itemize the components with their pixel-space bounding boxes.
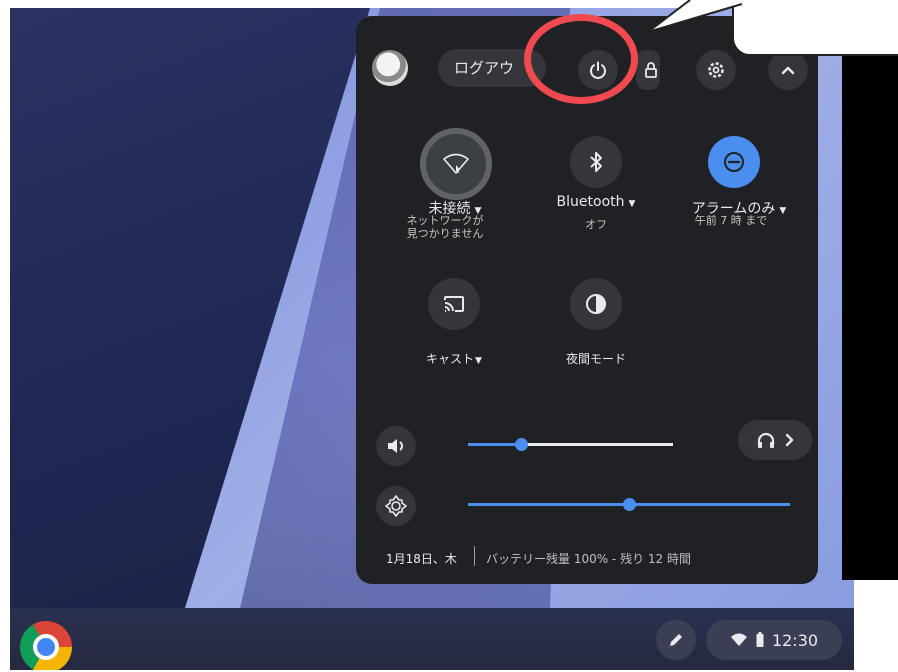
- date-label: 1月18日、木: [386, 552, 457, 566]
- volume-slider-thumb[interactable]: [515, 438, 528, 451]
- lock-icon: [644, 61, 658, 79]
- bluetooth-detail: オフ: [585, 218, 607, 231]
- battery-icon: [756, 632, 764, 648]
- chevron-up-icon: [780, 64, 796, 76]
- bluetooth-toggle[interactable]: [570, 136, 622, 188]
- avatar[interactable]: [372, 50, 408, 86]
- footer-divider: [474, 546, 475, 566]
- settings-button[interactable]: [696, 50, 736, 90]
- callout-bubble: [732, 0, 898, 56]
- network-toggle[interactable]: [420, 128, 492, 200]
- dnd-detail: 午前 7 時 まで: [694, 214, 768, 227]
- volume-slider-fill: [468, 443, 521, 446]
- logout-label: ログアウ: [454, 59, 515, 77]
- volume-icon: [386, 437, 406, 455]
- night-light-icon: [585, 293, 607, 315]
- cast-icon: [443, 295, 465, 313]
- wifi-off-icon: [442, 153, 470, 175]
- night-light-label: 夜間モード: [565, 352, 626, 366]
- night-light-toggle[interactable]: [570, 278, 622, 330]
- headphones-icon: [756, 431, 776, 449]
- stylus-icon: [656, 631, 696, 649]
- cast-label-row[interactable]: キャスト▼: [404, 350, 504, 367]
- shelf: 12:30: [10, 608, 854, 670]
- caret-down-icon: ▼: [628, 199, 636, 209]
- brightness-button: [376, 486, 416, 526]
- bluetooth-label: Bluetooth: [556, 194, 625, 210]
- volume-mute-button[interactable]: [376, 426, 416, 466]
- caret-down-icon: ▼: [475, 356, 482, 366]
- audio-output-button[interactable]: [738, 420, 812, 460]
- chevron-right-icon: [784, 433, 794, 447]
- highlight-ring: [524, 14, 638, 104]
- brightness-slider-thumb[interactable]: [623, 498, 636, 511]
- cast-toggle[interactable]: [428, 278, 480, 330]
- do-not-disturb-toggle[interactable]: [708, 136, 760, 188]
- gear-icon: [706, 60, 726, 80]
- collapse-button[interactable]: [768, 50, 808, 90]
- brightness-slider-fill: [468, 503, 629, 506]
- desktop: ログアウ 未接続 ▼ ネットワークが 見つかりません Bluetooth ▼ オ…: [10, 8, 854, 670]
- brightness-icon: [385, 495, 407, 517]
- chrome-icon[interactable]: [20, 621, 72, 670]
- battery-status: バッテリー残量 100% - 残り 12 時間: [486, 552, 691, 566]
- volume-slider-track: [521, 443, 673, 446]
- clock: 12:30: [771, 630, 819, 650]
- stylus-button[interactable]: [656, 620, 696, 660]
- screen-edge: [842, 40, 898, 580]
- do-not-disturb-icon: [723, 151, 745, 173]
- brightness-slider-track: [629, 503, 790, 506]
- status-area[interactable]: 12:30: [706, 620, 842, 660]
- cast-label: キャスト: [426, 352, 475, 366]
- wifi-icon: [730, 633, 748, 647]
- bluetooth-label-row[interactable]: Bluetooth ▼: [536, 194, 656, 210]
- lock-button[interactable]: [636, 50, 660, 90]
- network-detail: ネットワークが 見つかりません: [406, 214, 484, 240]
- bluetooth-icon: [588, 151, 604, 173]
